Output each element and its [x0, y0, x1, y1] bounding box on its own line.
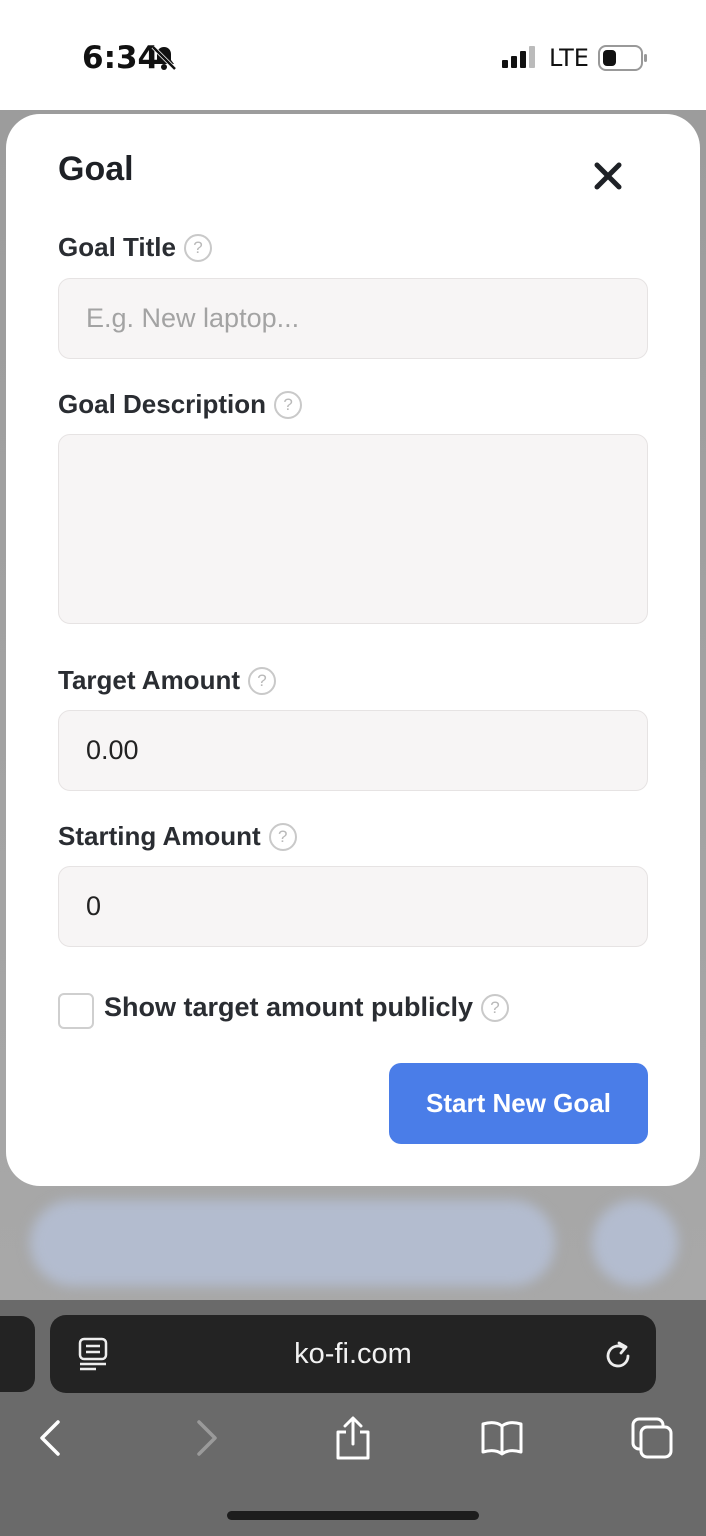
- reload-icon[interactable]: [602, 1339, 634, 1371]
- target-amount-input[interactable]: 0.00: [58, 710, 648, 791]
- starting-amount-value: 0: [86, 891, 102, 921]
- starting-amount-input[interactable]: 0: [58, 866, 648, 947]
- target-amount-label-text: Target Amount: [58, 665, 240, 695]
- goal-title-label-text: Goal Title: [58, 232, 176, 262]
- goal-title-placeholder: E.g. New laptop...: [86, 303, 300, 333]
- home-indicator: [227, 1511, 479, 1520]
- starting-amount-label: Starting Amount ?: [58, 821, 297, 852]
- battery-icon: [598, 45, 647, 71]
- tabs-icon[interactable]: [630, 1416, 674, 1460]
- question-circle-icon[interactable]: ?: [248, 666, 276, 695]
- blurred-round-button: [592, 1200, 678, 1286]
- target-amount-label: Target Amount ?: [58, 665, 276, 696]
- chevron-left-icon[interactable]: [30, 1416, 74, 1460]
- chevron-right-icon[interactable]: [183, 1416, 227, 1460]
- goal-description-label: Goal Description ?: [58, 389, 303, 420]
- network-type: LTE: [549, 44, 589, 72]
- bell-muted-icon: [151, 45, 177, 71]
- book-icon[interactable]: [480, 1416, 524, 1460]
- show-target-publicly-label[interactable]: Show target amount publicly ?: [104, 992, 510, 1023]
- question-circle-icon[interactable]: ?: [268, 822, 297, 851]
- starting-amount-label-text: Starting Amount: [58, 821, 261, 851]
- cellular-signal-icon: [502, 46, 535, 68]
- question-circle-icon[interactable]: ?: [184, 233, 212, 262]
- goal-title-input[interactable]: E.g. New laptop...: [58, 278, 648, 359]
- url-text: ko-fi.com: [294, 1338, 412, 1370]
- modal-title: Goal: [58, 150, 134, 188]
- goal-modal: Goal Goal Title ? E.g. New laptop... Goa…: [6, 114, 700, 1186]
- status-bar: 6:34 LTE: [0, 0, 706, 110]
- close-icon[interactable]: [592, 160, 624, 192]
- show-target-publicly-checkbox[interactable]: [58, 993, 94, 1029]
- status-time: 6:34: [82, 40, 160, 76]
- blurred-add-button: [30, 1200, 555, 1286]
- start-new-goal-button[interactable]: Start New Goal: [389, 1063, 648, 1144]
- url-bar[interactable]: ko-fi.com: [50, 1315, 656, 1393]
- share-icon[interactable]: [331, 1416, 375, 1460]
- previous-tab[interactable]: [0, 1316, 35, 1392]
- show-target-publicly-text: Show target amount publicly: [104, 992, 474, 1022]
- goal-title-label: Goal Title ?: [58, 232, 212, 263]
- goal-description-label-text: Goal Description: [58, 389, 267, 419]
- target-amount-value: 0.00: [86, 735, 139, 765]
- goal-description-textarea[interactable]: [58, 434, 648, 624]
- question-circle-icon[interactable]: ?: [481, 993, 510, 1022]
- question-circle-icon[interactable]: ?: [274, 390, 303, 419]
